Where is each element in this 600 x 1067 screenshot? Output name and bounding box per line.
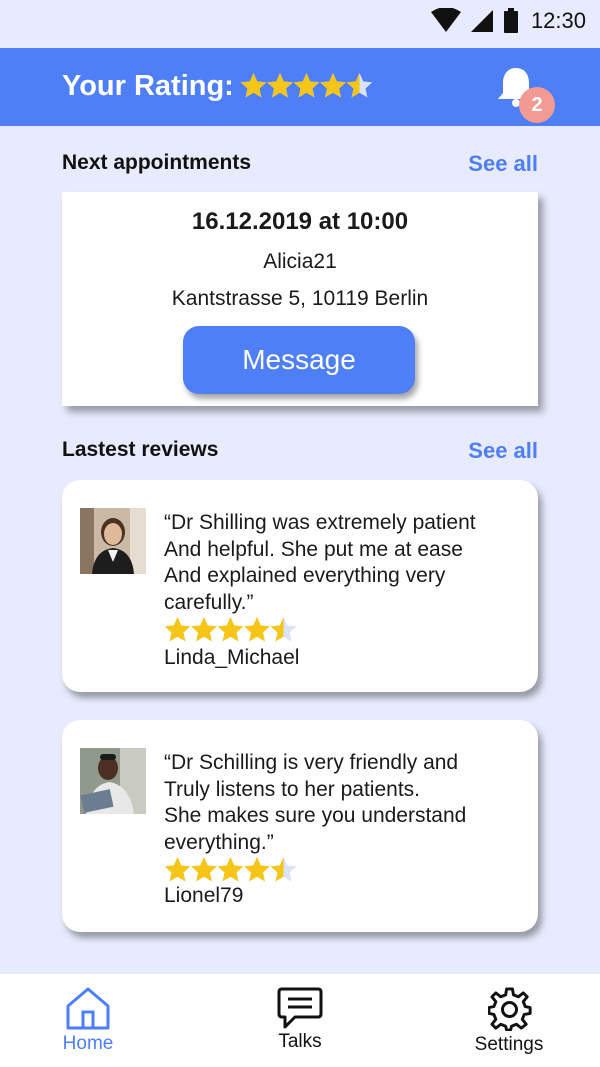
notification-badge: 2 <box>519 87 555 123</box>
nav-label-talks: Talks <box>278 1031 322 1052</box>
star-filled <box>240 73 267 98</box>
nav-item-home[interactable]: Home <box>50 974 126 1067</box>
signal-icon <box>470 10 493 32</box>
review-quote: “Dr Schilling is very friendly and Truly… <box>164 751 467 854</box>
review-rating-stars <box>164 857 297 882</box>
review-card: “Dr Shilling was extremely patient And h… <box>62 480 538 692</box>
gear-icon <box>488 987 532 1031</box>
nav-item-settings[interactable]: Settings <box>466 974 552 1067</box>
home-icon <box>66 987 110 1030</box>
star-filled <box>191 857 217 882</box>
status-icons: 12:30 <box>430 8 586 34</box>
reviewer-avatar <box>80 508 146 574</box>
wifi-icon <box>430 8 461 32</box>
chat-icon <box>277 987 323 1029</box>
appointment-card: 16.12.2019 at 10:00 Alicia21 Kantstrasse… <box>62 192 538 406</box>
appointment-date: 16.12.2019 at 10:00 <box>191 208 409 235</box>
message-button[interactable]: Message <box>183 326 415 394</box>
rating-title: Your Rating: <box>62 70 234 102</box>
battery-icon <box>503 8 518 33</box>
star-filled <box>267 73 293 98</box>
review-rating-stars <box>164 617 297 642</box>
star-filled <box>320 73 346 98</box>
star-filled <box>191 617 217 642</box>
status-bar: 12:30 <box>0 0 600 48</box>
appointment-user: Alicia21 <box>263 250 337 273</box>
header-rating-stars <box>240 73 373 98</box>
nav-label-home: Home <box>62 1033 114 1054</box>
appointments-see-all-link[interactable]: See all <box>468 151 538 177</box>
star-filled <box>164 857 191 882</box>
status-time: 12:30 <box>530 8 586 33</box>
star-filled <box>217 857 244 882</box>
review-author: Linda_Michael <box>164 646 300 669</box>
star-filled <box>217 617 244 642</box>
star-filled <box>164 617 191 642</box>
reviews-see-all-link[interactable]: See all <box>468 438 538 464</box>
rating-header: Your Rating: <box>0 48 600 126</box>
review-author: Lionel79 <box>164 884 244 907</box>
review-card: “Dr Schilling is very friendly and Truly… <box>62 720 538 932</box>
reviews-section-title: Lastest reviews <box>62 438 219 461</box>
bottom-navigation: Home Talks Settings <box>0 974 600 1067</box>
nav-item-talks[interactable]: Talks <box>262 974 338 1067</box>
nav-label-settings: Settings <box>474 1034 544 1055</box>
star-filled <box>244 617 270 642</box>
reviewer-avatar <box>80 748 146 814</box>
star-filled <box>293 73 320 98</box>
star-filled <box>244 857 270 882</box>
appointment-address: Kantstrasse 5, 10119 Berlin <box>171 287 429 310</box>
appointments-section-title: Next appointments <box>62 151 252 174</box>
review-quote: “Dr Shilling was extremely patient And h… <box>164 511 476 614</box>
